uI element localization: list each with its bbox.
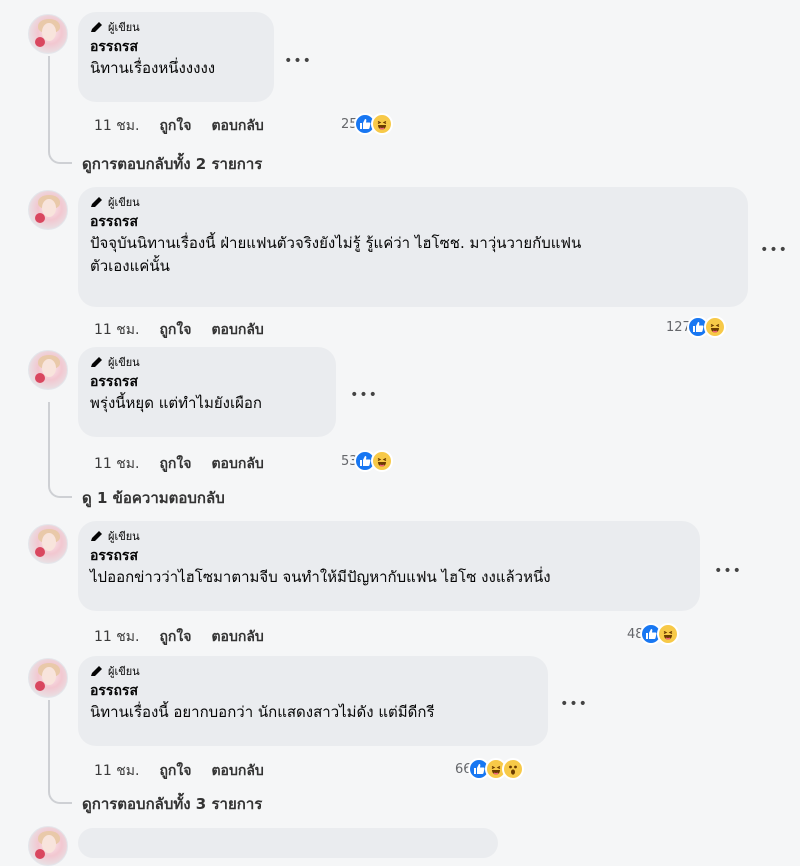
author-badge: ผู้เขียน [90, 663, 536, 679]
avatar[interactable] [28, 524, 68, 564]
haha-reaction-icon [703, 316, 726, 338]
haha-reaction-icon [370, 450, 393, 472]
comment-text: ตัวเองแค่นั้น [90, 257, 170, 275]
comment-actions: 11 ชม. ถูกใจ ตอบกลับ [94, 115, 284, 137]
comment-bubble: ผู้เขียน อรรถรส ไปออกข่าวว่าไฮโซมาตามจีบ… [78, 521, 700, 611]
pencil-icon [91, 197, 102, 207]
comment-bubble: ผู้เขียน อรรถรส ปัจจุบันนิทานเรื่องนี้ ฝ… [78, 187, 748, 307]
like-button[interactable]: ถูกใจ [159, 453, 191, 475]
comment-bubble [78, 828, 498, 858]
comment-time[interactable]: 11 ชม. [94, 319, 139, 341]
more-options-button[interactable]: ••• [350, 388, 378, 408]
author-badge: ผู้เขียน [90, 354, 324, 370]
badge-label: ผู้เขียน [108, 196, 140, 209]
view-replies-link[interactable]: ดู 1 ข้อความตอบกลับ [82, 486, 225, 510]
pencil-icon [91, 357, 102, 367]
comment-actions: 11 ชม. ถูกใจ ตอบกลับ [94, 760, 284, 782]
author-badge: ผู้เขียน [90, 194, 736, 210]
comment-author[interactable]: อรรถรส [90, 372, 324, 392]
thread-hook [48, 786, 72, 804]
comment-author[interactable]: อรรถรส [90, 546, 688, 566]
thread-hook [48, 480, 72, 498]
comment-time[interactable]: 11 ชม. [94, 760, 139, 782]
like-button[interactable]: ถูกใจ [159, 760, 191, 782]
haha-reaction-icon [656, 623, 679, 645]
pencil-icon [91, 22, 102, 32]
like-button[interactable]: ถูกใจ [159, 626, 191, 648]
badge-label: ผู้เขียน [108, 21, 140, 34]
comment-text: ปัจจุบันนิทานเรื่องนี้ ฝ่ายแฟนตัวจริงยัง… [90, 234, 582, 252]
pencil-icon [91, 531, 102, 541]
view-replies-link[interactable]: ดูการตอบกลับทั้ง 2 รายการ [82, 152, 262, 176]
comment-bubble: ผู้เขียน อรรถรส นิทานเรื่องหนึ่งงงงง [78, 12, 274, 102]
like-button[interactable]: ถูกใจ [159, 319, 191, 341]
view-replies-link[interactable]: ดูการตอบกลับทั้ง 3 รายการ [82, 792, 262, 816]
author-badge: ผู้เขียน [90, 528, 688, 544]
author-badge: ผู้เขียน [90, 19, 262, 35]
reactions[interactable]: 66 [455, 757, 524, 781]
comment-time[interactable]: 11 ชม. [94, 453, 139, 475]
avatar[interactable] [28, 350, 68, 390]
comment-author[interactable]: อรรถรส [90, 681, 536, 701]
reactions[interactable]: 53 [341, 449, 393, 473]
thread-hook [48, 146, 72, 164]
thread-line [48, 402, 50, 484]
reactions[interactable]: 25 [341, 112, 393, 136]
avatar[interactable] [28, 826, 68, 866]
avatar[interactable] [28, 14, 68, 54]
more-options-button[interactable]: ••• [560, 697, 588, 717]
reactions[interactable]: 127 [666, 315, 726, 339]
comment-actions: 11 ชม. ถูกใจ ตอบกลับ [94, 319, 284, 341]
comment-text: นิทานเรื่องหนึ่งงงงง [90, 59, 216, 77]
reactions[interactable]: 48 [627, 622, 679, 646]
comment-author[interactable]: อรรถรส [90, 212, 736, 232]
comment-text: ไปออกข่าวว่าไฮโซมาตามจีบ จนทำให้มีปัญหาก… [90, 568, 551, 586]
comment-text: พรุ่งนี้หยุด แต่ทำไมยังเผือก [90, 394, 262, 412]
thread-line [48, 56, 50, 150]
pencil-icon [91, 666, 102, 676]
avatar[interactable] [28, 658, 68, 698]
more-options-button[interactable]: ••• [284, 54, 312, 74]
wow-reaction-icon [501, 758, 524, 780]
more-options-button[interactable]: ••• [714, 564, 742, 584]
badge-label: ผู้เขียน [108, 665, 140, 678]
reply-button[interactable]: ตอบกลับ [211, 760, 263, 782]
comment-bubble: ผู้เขียน อรรถรส นิทานเรื่องนี้ อยากบอกว่… [78, 656, 548, 746]
more-options-button[interactable]: ••• [760, 243, 788, 263]
reply-button[interactable]: ตอบกลับ [211, 453, 263, 475]
comment-actions: 11 ชม. ถูกใจ ตอบกลับ [94, 453, 284, 475]
reply-button[interactable]: ตอบกลับ [211, 626, 263, 648]
haha-reaction-icon [370, 113, 393, 135]
avatar[interactable] [28, 190, 68, 230]
reply-button[interactable]: ตอบกลับ [211, 319, 263, 341]
comment-time[interactable]: 11 ชม. [94, 626, 139, 648]
comment-bubble: ผู้เขียน อรรถรส พรุ่งนี้หยุด แต่ทำไมยังเ… [78, 347, 336, 437]
comment-author[interactable]: อรรถรส [90, 37, 262, 57]
badge-label: ผู้เขียน [108, 530, 140, 543]
reply-button[interactable]: ตอบกลับ [211, 115, 263, 137]
comment-time[interactable]: 11 ชม. [94, 115, 139, 137]
badge-label: ผู้เขียน [108, 356, 140, 369]
thread-line [48, 700, 50, 790]
like-button[interactable]: ถูกใจ [159, 115, 191, 137]
comment-text: นิทานเรื่องนี้ อยากบอกว่า นักแสดงสาวไม่ด… [90, 703, 435, 721]
comment-actions: 11 ชม. ถูกใจ ตอบกลับ [94, 626, 284, 648]
